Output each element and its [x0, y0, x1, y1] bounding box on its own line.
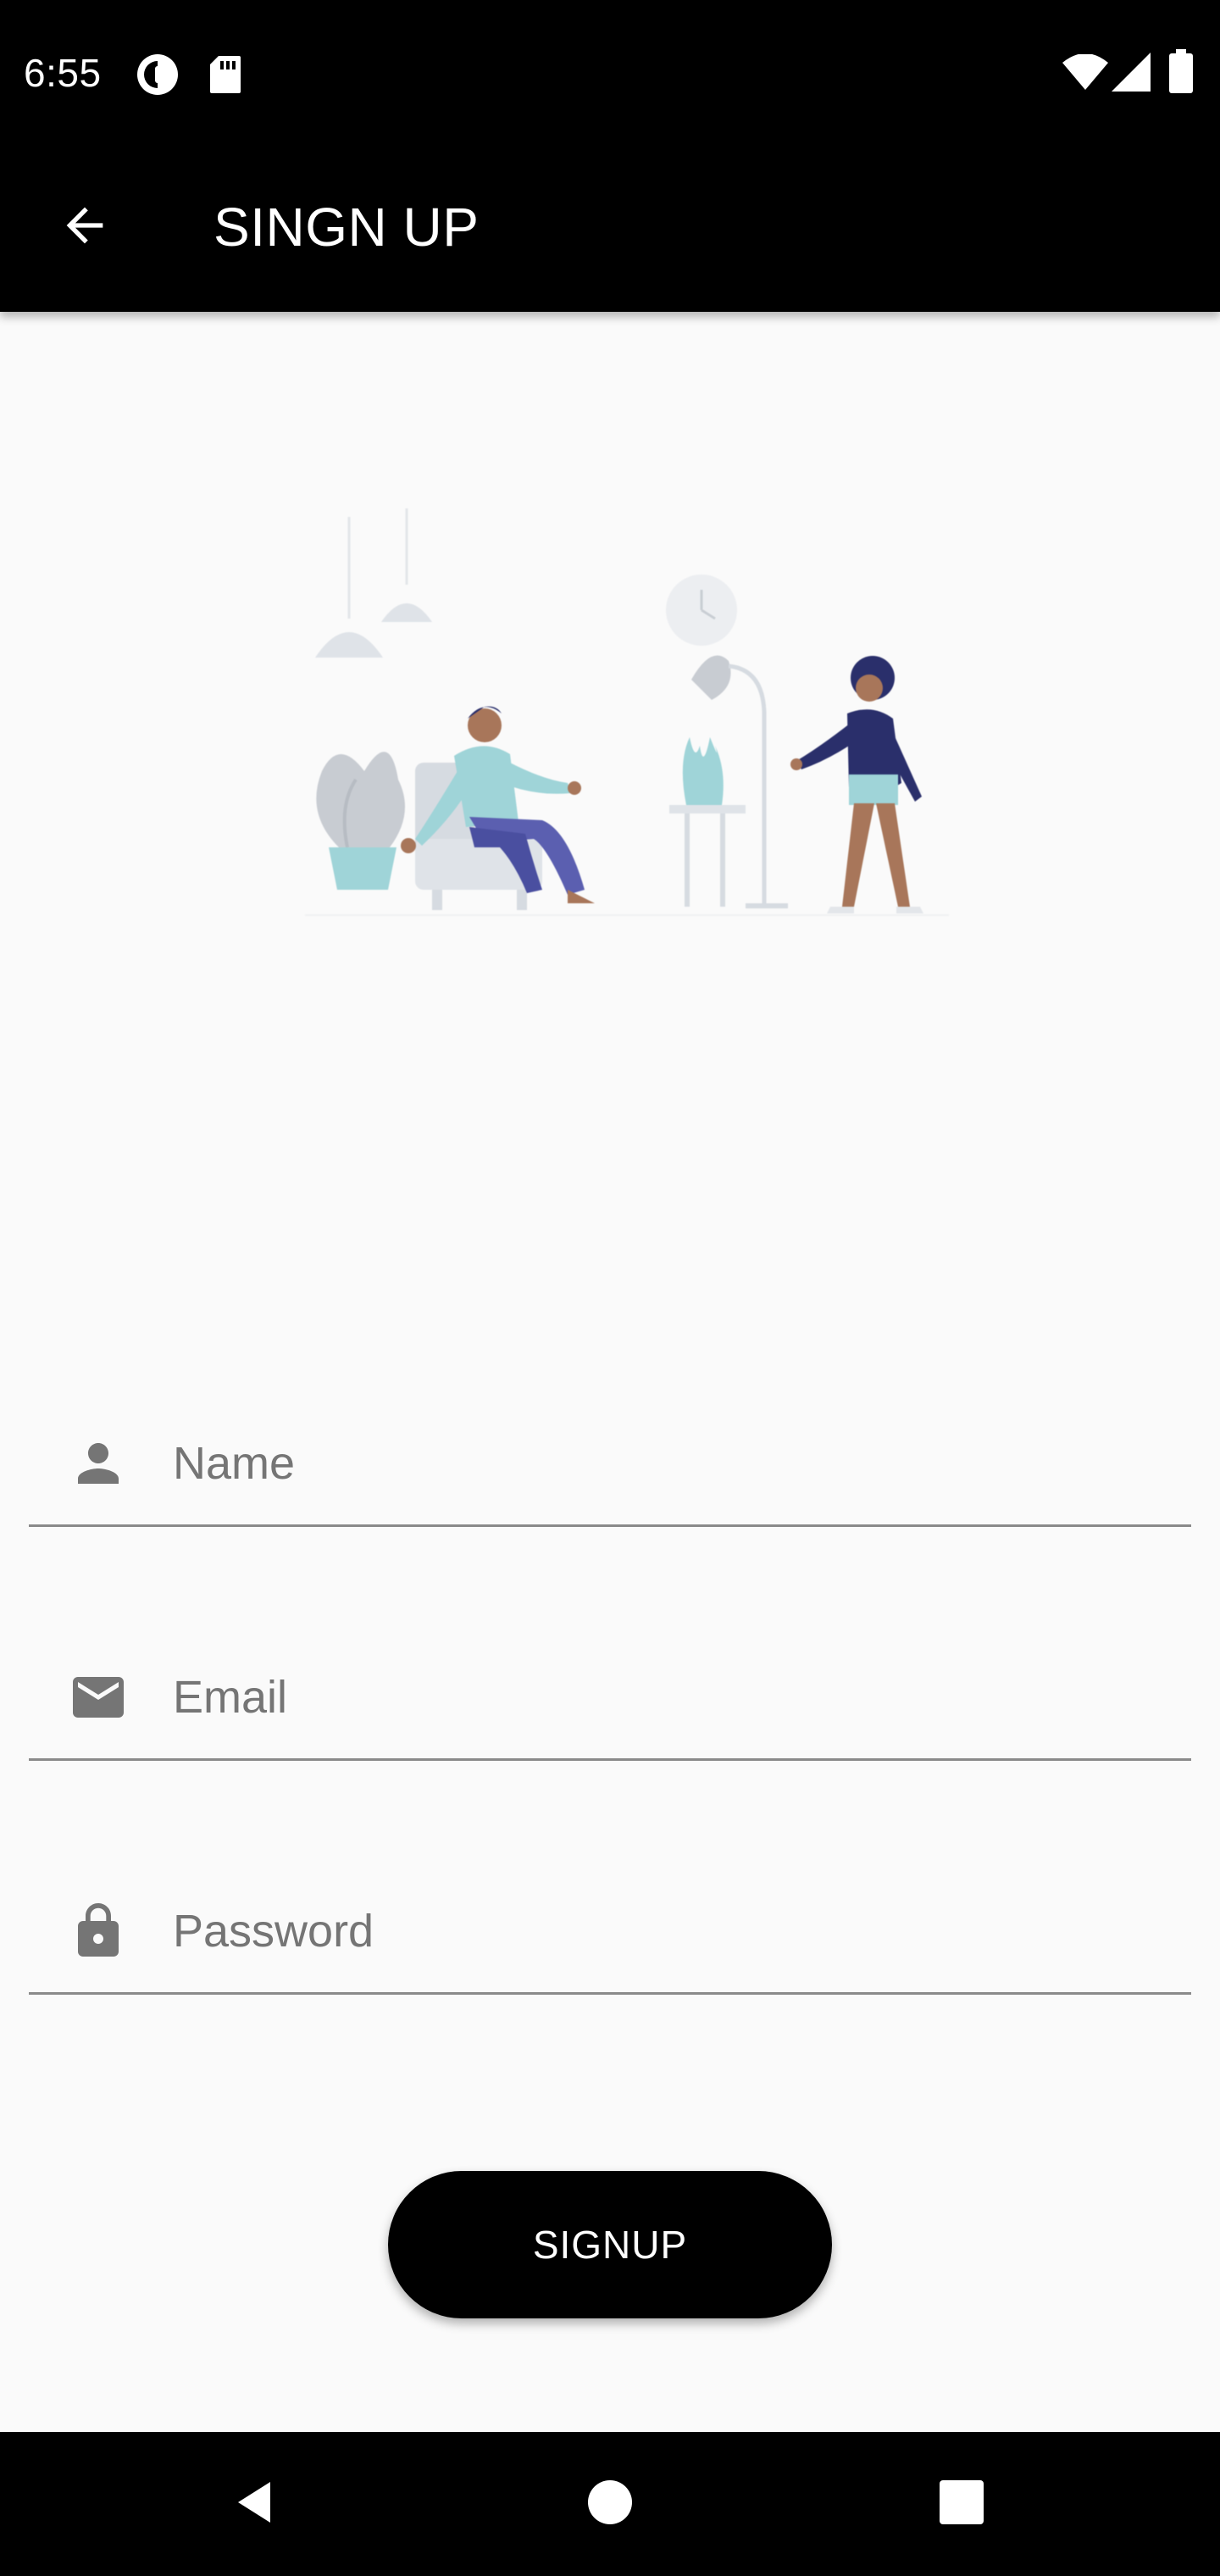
mail-icon [68, 1667, 129, 1728]
signup-screen: 6:55 SINGN UP Name Email SIGNUP [0, 0, 1220, 2576]
home-circle-icon [586, 2479, 634, 2530]
name-field[interactable] [29, 1400, 1191, 1527]
nav-home-button[interactable] [563, 2457, 657, 2551]
recents-square-icon [938, 2479, 985, 2530]
system-navigation-bar [0, 2432, 1220, 2576]
status-bar: 6:55 [0, 0, 1220, 142]
back-triangle-icon [230, 2477, 280, 2532]
email-underline [29, 1758, 1191, 1761]
lock-icon [68, 1901, 129, 1962]
wifi-icon [1062, 53, 1108, 90]
cellular-signal-icon [1112, 53, 1152, 92]
password-underline [29, 1992, 1191, 1995]
name-input[interactable] [173, 1400, 1173, 1527]
data-saver-icon [136, 53, 180, 97]
back-button[interactable] [36, 178, 134, 276]
arrow-back-icon [58, 198, 112, 257]
email-input[interactable] [173, 1634, 1173, 1761]
page-title: SINGN UP [214, 197, 480, 258]
people-chatting-illustration [288, 491, 966, 966]
email-field[interactable] [29, 1634, 1191, 1761]
person-icon [68, 1433, 129, 1494]
password-input[interactable] [173, 1868, 1173, 1995]
status-time: 6:55 [24, 51, 102, 95]
name-underline [29, 1524, 1191, 1527]
signup-button[interactable]: SIGNUP [388, 2171, 832, 2318]
battery-icon [1169, 49, 1193, 93]
nav-back-button[interactable] [208, 2457, 302, 2551]
nav-recents-button[interactable] [915, 2457, 1008, 2551]
password-field[interactable] [29, 1868, 1191, 1995]
sd-card-icon [208, 54, 242, 95]
app-bar: SINGN UP [0, 142, 1220, 312]
